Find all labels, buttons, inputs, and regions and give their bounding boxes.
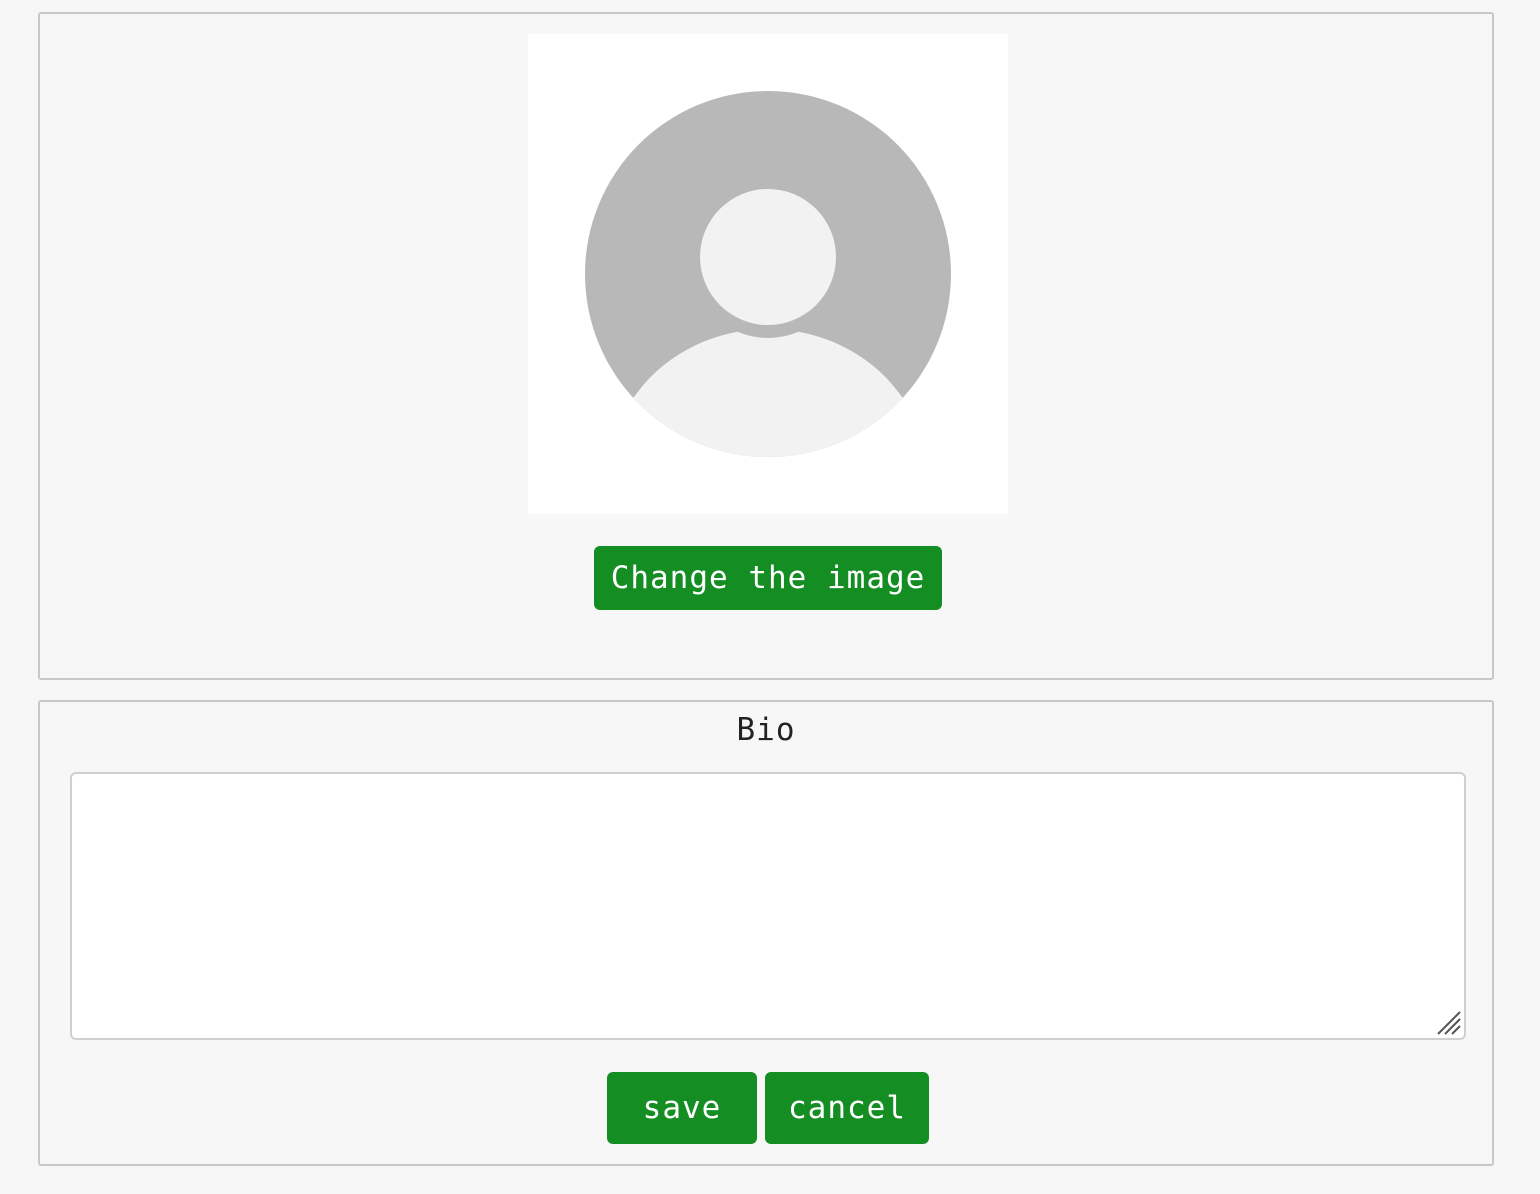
cancel-button[interactable]: cancel: [765, 1072, 929, 1144]
change-image-button[interactable]: Change the image: [594, 546, 942, 610]
default-user-avatar-icon: [585, 91, 951, 457]
avatar: [528, 34, 1008, 514]
profile-image-panel: Change the image: [38, 12, 1494, 680]
bio-title: Bio: [736, 712, 796, 748]
save-button[interactable]: save: [607, 1072, 757, 1144]
bio-textarea[interactable]: [70, 772, 1466, 1040]
resize-grip-icon[interactable]: [1436, 1010, 1462, 1036]
bio-panel: Bio save cancel: [38, 700, 1494, 1166]
